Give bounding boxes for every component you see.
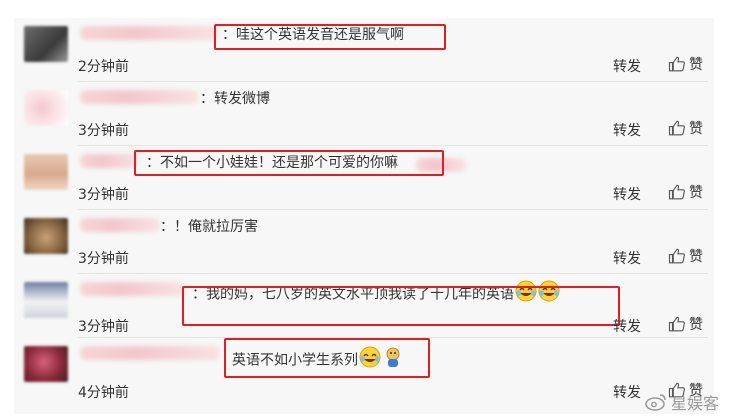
timestamp: 4分钟前	[78, 385, 129, 401]
list-item: ：！俺就拉厉害 3分钟前 转发 赞	[14, 210, 714, 274]
like-button[interactable]: 赞	[668, 182, 703, 202]
like-button[interactable]: 赞	[668, 54, 703, 74]
like-label: 赞	[689, 121, 703, 137]
timestamp: 3分钟前	[78, 187, 129, 203]
list-item: ：转发微博 3分钟前 转发 赞	[14, 82, 714, 146]
list-item: ：不如一个小娃娃！还是那个可爱的你嘛 3分钟前 转发 赞	[14, 146, 714, 210]
weibo-logo-icon	[645, 394, 666, 411]
forward-button[interactable]: 转发	[613, 382, 641, 402]
comment-text: ：转发微博	[200, 91, 270, 107]
thumbs-up-icon	[668, 184, 685, 200]
comment-list: ：哇这个英语发音还是服气啊 2分钟前 转发 赞 ：转发微博 3分钟前 转发 赞 …	[14, 18, 714, 414]
avatar[interactable]	[24, 218, 68, 254]
forward-button[interactable]: 转发	[613, 316, 641, 336]
like-label: 赞	[689, 185, 703, 201]
username[interactable]	[80, 90, 198, 104]
forward-button[interactable]: 转发	[613, 248, 641, 268]
like-label: 赞	[689, 317, 703, 333]
highlight-box	[214, 24, 446, 50]
highlight-box	[134, 150, 444, 176]
highlight-box	[182, 286, 620, 326]
timestamp: 3分钟前	[78, 123, 129, 139]
avatar[interactable]	[24, 26, 68, 62]
thumbs-up-icon	[668, 120, 685, 136]
like-label: 赞	[689, 57, 703, 73]
comment-text: ：！俺就拉厉害	[160, 219, 258, 235]
watermark-text: 星娱客	[670, 394, 719, 413]
list-item: ：哇这个英语发音还是服气啊 2分钟前 转发 赞	[14, 18, 714, 82]
like-button[interactable]: 赞	[668, 314, 703, 334]
timestamp: 3分钟前	[78, 251, 129, 267]
watermark: 星娱客	[645, 390, 719, 414]
username[interactable]	[80, 218, 160, 232]
timestamp: 3分钟前	[78, 319, 129, 335]
avatar[interactable]	[24, 346, 68, 382]
username[interactable]	[80, 282, 184, 296]
like-button[interactable]: 赞	[668, 246, 703, 266]
timestamp: 2分钟前	[78, 59, 129, 75]
like-button[interactable]: 赞	[668, 118, 703, 138]
list-item: 英语不如小学生系列 4分钟前 转发 赞	[14, 338, 714, 402]
like-label: 赞	[689, 249, 703, 265]
highlight-box	[224, 338, 430, 378]
forward-button[interactable]: 转发	[613, 184, 641, 204]
thumbs-up-icon	[668, 316, 685, 332]
avatar[interactable]	[24, 282, 68, 318]
avatar[interactable]	[24, 90, 68, 126]
username[interactable]	[80, 346, 220, 360]
username[interactable]	[80, 26, 218, 40]
forward-button[interactable]: 转发	[613, 56, 641, 76]
thumbs-up-icon	[668, 248, 685, 264]
thumbs-up-icon	[668, 56, 685, 72]
username[interactable]	[80, 154, 138, 168]
avatar[interactable]	[24, 154, 68, 190]
list-item: ：我的妈，七八岁的英文水平顶我读了十几年的英语 3分钟前 转发 赞	[14, 274, 714, 338]
forward-button[interactable]: 转发	[613, 120, 641, 140]
